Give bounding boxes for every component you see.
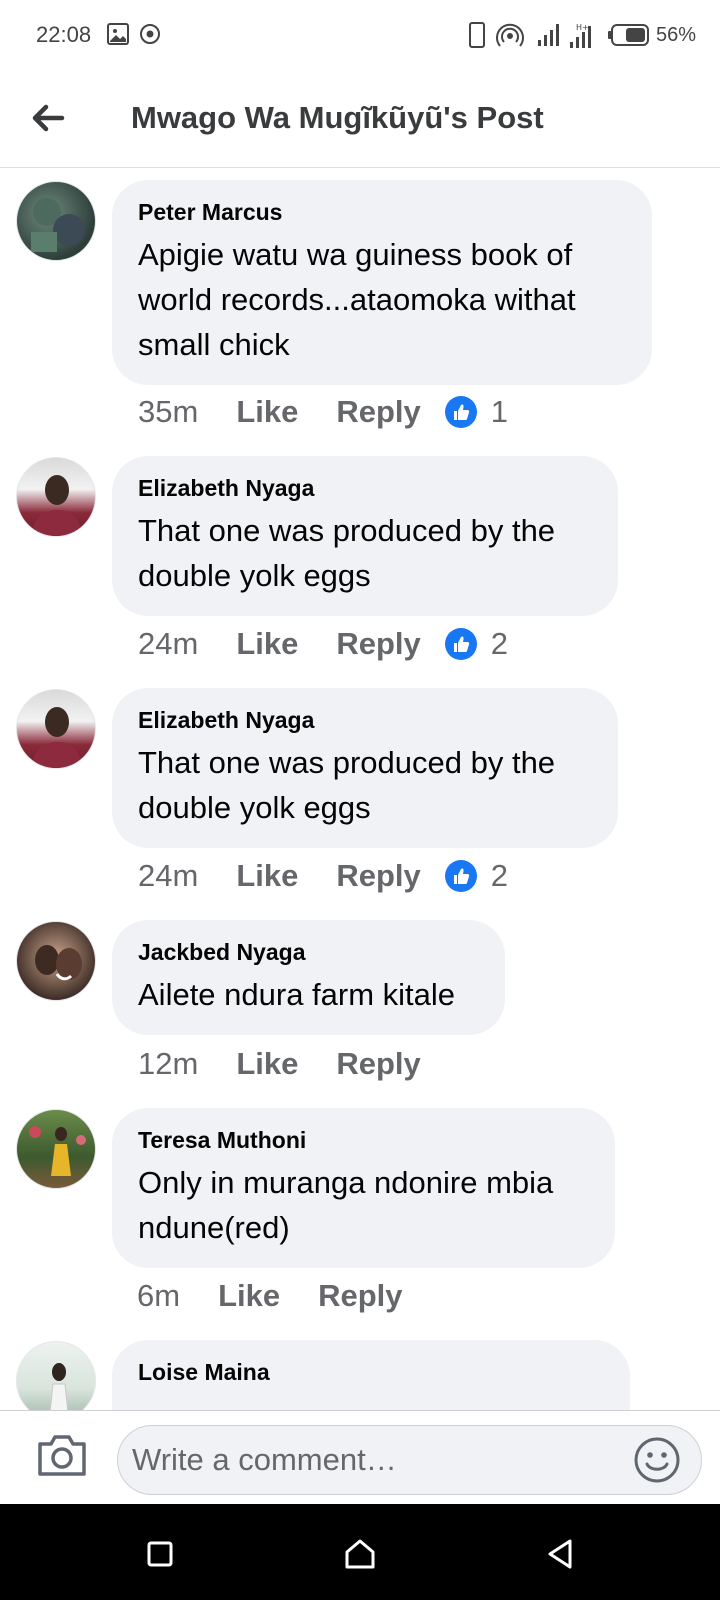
comment-text: That one was produced by the double yolk… bbox=[138, 513, 556, 593]
comment-author[interactable]: Peter Marcus bbox=[138, 198, 626, 226]
like-button[interactable]: Like bbox=[236, 858, 298, 894]
avatar[interactable] bbox=[16, 181, 96, 261]
avatar-image bbox=[31, 475, 83, 536]
like-button[interactable]: Like bbox=[236, 1046, 298, 1082]
comment-text: Apigie watu wa guiness book of world rec… bbox=[138, 237, 576, 362]
comment-author[interactable]: Elizabeth Nyaga bbox=[138, 706, 592, 734]
svg-text:H+: H+ bbox=[576, 23, 589, 32]
comment-bubble: Teresa Muthoni Only in muranga ndonire m… bbox=[112, 1108, 615, 1268]
emoji-icon[interactable] bbox=[633, 1436, 681, 1484]
avatar[interactable] bbox=[16, 457, 96, 537]
like-button[interactable]: Like bbox=[236, 626, 298, 662]
comment-author[interactable]: Loise Maina bbox=[138, 1358, 604, 1386]
system-nav-bar bbox=[0, 1504, 720, 1600]
comment-input[interactable]: Write a comment… bbox=[117, 1425, 702, 1495]
signal-h-icon: H+ bbox=[570, 23, 591, 48]
like-button[interactable]: Like bbox=[218, 1278, 280, 1314]
like-reaction-icon bbox=[444, 396, 477, 428]
home-icon[interactable] bbox=[340, 1534, 380, 1574]
comment-author[interactable]: Jackbed Nyaga bbox=[138, 938, 479, 966]
reply-button[interactable]: Reply bbox=[336, 1046, 420, 1082]
reaction-count: 2 bbox=[490, 858, 509, 893]
comment-time[interactable]: 35m bbox=[138, 394, 198, 430]
camera-icon[interactable] bbox=[36, 1432, 88, 1478]
comment-author[interactable]: Teresa Muthoni bbox=[138, 1126, 589, 1154]
phone-icon bbox=[469, 22, 485, 48]
avatar-image bbox=[31, 198, 85, 252]
battery-percentage: 56% bbox=[655, 24, 696, 46]
avatar-image bbox=[29, 1126, 86, 1176]
avatar[interactable] bbox=[16, 1109, 96, 1189]
reaction-count: 1 bbox=[490, 394, 509, 429]
comment-input-placeholder: Write a comment… bbox=[132, 1442, 397, 1477]
comments-list: Peter Marcus Apigie watu wa guiness book… bbox=[0, 169, 720, 1410]
recent-apps-icon[interactable] bbox=[140, 1534, 180, 1574]
reply-button[interactable]: Reply bbox=[336, 394, 420, 430]
battery-icon bbox=[608, 24, 649, 46]
like-button[interactable]: Like bbox=[236, 394, 298, 430]
post-header: Mwago Wa Mugĩkũyũ's Post bbox=[0, 72, 720, 168]
reaction-summary[interactable]: 1 bbox=[444, 394, 509, 430]
avatar[interactable] bbox=[16, 689, 96, 769]
comment-actions: 35m Like Reply 1 bbox=[138, 390, 508, 434]
comment-actions: 12m Like Reply bbox=[138, 1042, 421, 1086]
back-nav-icon[interactable] bbox=[540, 1534, 580, 1574]
avatar[interactable] bbox=[16, 921, 96, 1001]
reply-button[interactable]: Reply bbox=[336, 858, 420, 894]
hotspot-icon bbox=[496, 23, 524, 47]
reaction-summary[interactable]: 2 bbox=[444, 626, 509, 662]
status-time: 22:08 bbox=[36, 22, 92, 47]
back-arrow-icon[interactable] bbox=[26, 96, 70, 140]
status-bar: 22:08 H+ 56% bbox=[0, 0, 720, 72]
avatar-image bbox=[35, 945, 82, 981]
like-reaction-icon bbox=[444, 860, 477, 892]
comment-time[interactable]: 6m bbox=[137, 1278, 180, 1314]
comment-bubble: Loise Maina bbox=[112, 1340, 630, 1410]
comment-actions: 24m Like Reply 2 bbox=[138, 854, 508, 898]
comment-time[interactable]: 24m bbox=[138, 858, 198, 894]
comment-bubble: Elizabeth Nyaga That one was produced by… bbox=[112, 456, 618, 616]
comment-time[interactable]: 12m bbox=[138, 1046, 198, 1082]
image-icon bbox=[107, 23, 129, 45]
like-reaction-icon bbox=[444, 628, 477, 660]
comment-bubble: Peter Marcus Apigie watu wa guiness book… bbox=[112, 180, 652, 385]
comment-actions: 24m Like Reply 2 bbox=[138, 622, 508, 666]
signal-icon bbox=[538, 24, 559, 46]
comment-composer: Write a comment… bbox=[0, 1410, 720, 1504]
comment-text: That one was produced by the double yolk… bbox=[138, 745, 556, 825]
avatar[interactable] bbox=[16, 1341, 96, 1410]
avatar-image bbox=[31, 707, 83, 768]
comment-time[interactable]: 24m bbox=[138, 626, 198, 662]
reaction-count: 2 bbox=[490, 626, 509, 661]
avatar-image bbox=[49, 1363, 69, 1410]
comment-author[interactable]: Elizabeth Nyaga bbox=[138, 474, 592, 502]
reply-button[interactable]: Reply bbox=[336, 626, 420, 662]
comment-bubble: Elizabeth Nyaga That one was produced by… bbox=[112, 688, 618, 848]
comment-text: Only in muranga ndonire mbia ndune(red) bbox=[138, 1165, 554, 1245]
comment-text: Ailete ndura farm kitale bbox=[138, 977, 456, 1012]
reply-button[interactable]: Reply bbox=[318, 1278, 402, 1314]
record-icon bbox=[140, 24, 160, 44]
comment-bubble: Jackbed Nyaga Ailete ndura farm kitale bbox=[112, 920, 505, 1035]
page-title: Mwago Wa Mugĩkũyũ's Post bbox=[131, 100, 544, 135]
comment-actions: 6m Like Reply bbox=[137, 1274, 403, 1318]
reaction-summary[interactable]: 2 bbox=[444, 858, 509, 894]
